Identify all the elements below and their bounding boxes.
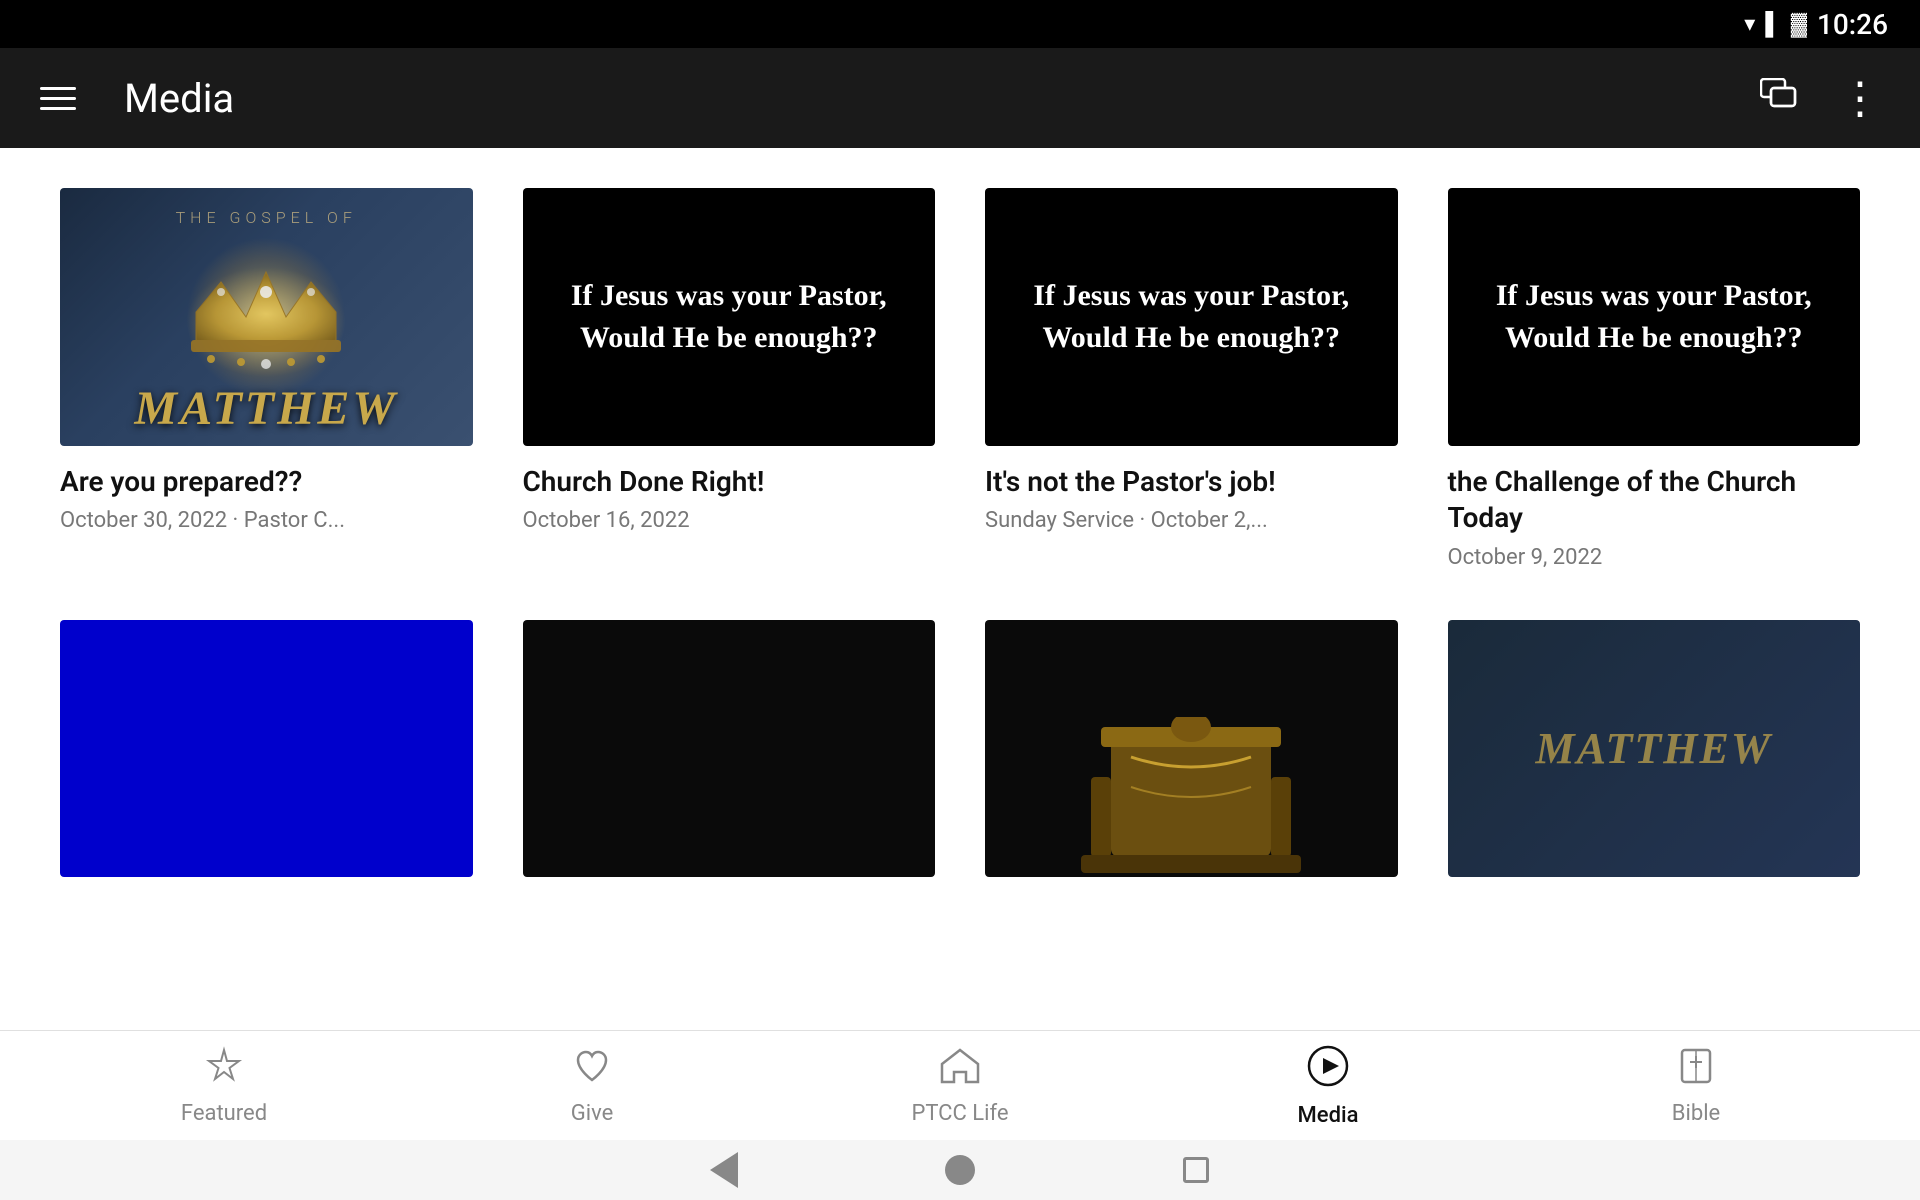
throne-thumb (985, 620, 1398, 878)
top-bar-right: ⋮ (1760, 72, 1880, 124)
media-thumb-3: If Jesus was your Pastor, Would He be en… (985, 188, 1398, 446)
media-grid: THE GOSPEL OF (60, 188, 1860, 895)
home-icon (945, 1155, 975, 1185)
card-3-title: It's not the Pastor's job! (985, 464, 1398, 500)
media-card-2[interactable]: If Jesus was your Pastor, Would He be en… (523, 188, 936, 570)
black-thumb (523, 620, 936, 878)
matthew-main-text: MATTHEW (134, 382, 398, 435)
nav-item-featured[interactable]: Featured (164, 1046, 284, 1126)
system-nav-bar (0, 1140, 1920, 1200)
media-card-6[interactable] (523, 620, 936, 896)
media-thumb-5 (60, 620, 473, 878)
give-label: Give (571, 1101, 614, 1126)
media-card-3[interactable]: If Jesus was your Pastor, Would He be en… (985, 188, 1398, 570)
card-4-title: the Challenge of the Church Today (1448, 464, 1861, 537)
give-icon (572, 1046, 612, 1093)
featured-label: Featured (181, 1101, 267, 1126)
media-icon (1306, 1044, 1350, 1095)
top-bar: Media ⋮ (0, 48, 1920, 148)
nav-item-bible[interactable]: Bible (1636, 1046, 1756, 1126)
media-card-1[interactable]: THE GOSPEL OF (60, 188, 473, 570)
media-thumb-4: If Jesus was your Pastor, Would He be en… (1448, 188, 1861, 446)
bottom-nav: Featured Give PTCC Life Media (0, 1030, 1920, 1140)
jesus-thumb-4: If Jesus was your Pastor, Would He be en… (1448, 188, 1861, 446)
nav-item-media[interactable]: Media (1268, 1044, 1388, 1128)
jesus-text-4: If Jesus was your Pastor, Would He be en… (1448, 255, 1861, 379)
jesus-thumb-3: If Jesus was your Pastor, Would He be en… (985, 188, 1398, 446)
media-thumb-1: THE GOSPEL OF (60, 188, 473, 446)
recents-icon (1183, 1157, 1209, 1183)
media-card-8[interactable]: MATTHEW (1448, 620, 1861, 896)
chat-icon[interactable] (1760, 78, 1798, 118)
ptcc-life-icon (940, 1046, 980, 1093)
card-4-subtitle: October 9, 2022 (1448, 545, 1861, 570)
status-bar: ▾ ▌ ▓ 10:26 (0, 0, 1920, 48)
recents-button[interactable] (1178, 1152, 1214, 1188)
status-time: 10:26 (1817, 8, 1888, 41)
signal-icon: ▌ (1765, 11, 1781, 37)
top-bar-left: Media (40, 75, 234, 122)
battery-icon: ▓ (1791, 11, 1807, 37)
media-label: Media (1298, 1103, 1359, 1128)
ptcc-life-label: PTCC Life (911, 1101, 1008, 1126)
menu-button[interactable] (40, 87, 76, 110)
nav-item-ptcc-life[interactable]: PTCC Life (900, 1046, 1020, 1126)
status-icons: ▾ ▌ ▓ 10:26 (1744, 8, 1888, 41)
card-3-subtitle: Sunday Service · October 2,... (985, 508, 1398, 533)
jesus-text-2: If Jesus was your Pastor, Would He be en… (523, 255, 936, 379)
matthew-thumb: THE GOSPEL OF (60, 188, 473, 446)
page-title: Media (124, 75, 234, 122)
gospel-label: THE GOSPEL OF (176, 208, 357, 227)
back-icon (710, 1152, 738, 1188)
more-options-icon[interactable]: ⋮ (1838, 72, 1880, 124)
jesus-text-3: If Jesus was your Pastor, Would He be en… (985, 255, 1398, 379)
media-thumb-6 (523, 620, 936, 878)
main-content: THE GOSPEL OF (0, 148, 1920, 1090)
featured-icon (204, 1046, 244, 1093)
jesus-thumb-2: If Jesus was your Pastor, Would He be en… (523, 188, 936, 446)
wifi-icon: ▾ (1744, 12, 1755, 37)
media-card-5[interactable] (60, 620, 473, 896)
card-1-title: Are you prepared?? (60, 464, 473, 500)
bible-label: Bible (1672, 1101, 1720, 1126)
card-1-subtitle: October 30, 2022 · Pastor C... (60, 508, 473, 533)
media-card-7[interactable] (985, 620, 1398, 896)
media-thumb-8: MATTHEW (1448, 620, 1861, 878)
matthew2-text: MATTHEW (1536, 723, 1773, 774)
card-2-title: Church Done Right! (523, 464, 936, 500)
matthew2-thumb: MATTHEW (1448, 620, 1861, 878)
back-button[interactable] (706, 1152, 742, 1188)
media-card-4[interactable]: If Jesus was your Pastor, Would He be en… (1448, 188, 1861, 570)
bible-icon (1676, 1046, 1716, 1093)
media-thumb-2: If Jesus was your Pastor, Would He be en… (523, 188, 936, 446)
media-thumb-7 (985, 620, 1398, 878)
blue-thumb (60, 620, 473, 878)
home-button[interactable] (942, 1152, 978, 1188)
nav-item-give[interactable]: Give (532, 1046, 652, 1126)
card-2-subtitle: October 16, 2022 (523, 508, 936, 533)
